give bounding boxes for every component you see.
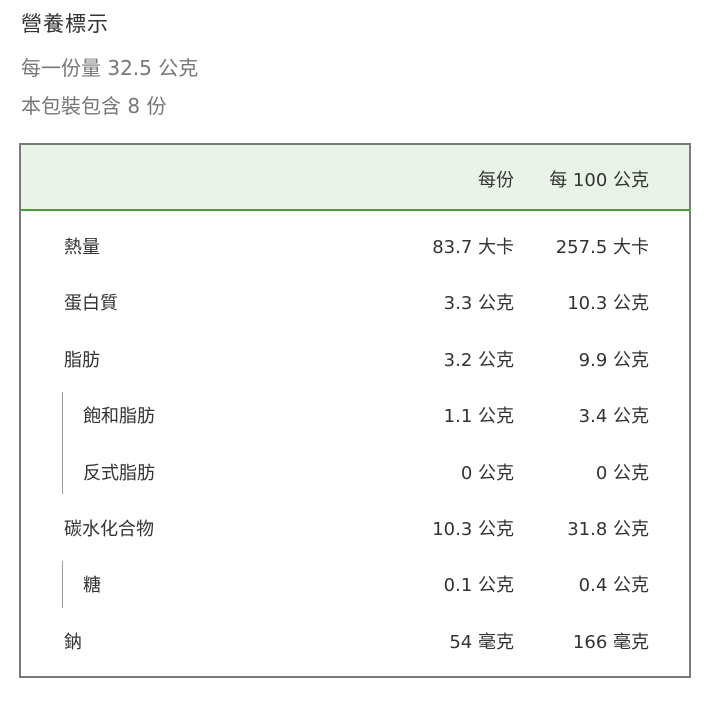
nutrition-table: 每份 每 100 公克 熱量 83.7 大卡 257.5 大卡 蛋白質 3.3 … [19, 143, 691, 678]
table-row: 糖 0.1 公克 0.4 公克 [21, 554, 689, 610]
table-header: 每份 每 100 公克 [21, 145, 689, 211]
table-row: 脂肪 3.2 公克 9.9 公克 [21, 329, 689, 385]
nutrient-sublabel: 反式脂肪 [83, 463, 155, 484]
nutrient-label: 碳水化合物 [64, 519, 154, 540]
table-row: 反式脂肪 0 公克 0 公克 [21, 442, 689, 498]
value-per-100g: 3.4 公克 [578, 406, 649, 427]
serving-size: 每一份量 32.5 公克 [21, 56, 199, 80]
value-per-serving: 0 公克 [460, 463, 514, 484]
nutrient-sublabel: 糖 [83, 575, 101, 596]
value-per-serving: 3.2 公克 [443, 350, 514, 371]
header-per-100g: 每 100 公克 [549, 170, 649, 191]
nutrient-label: 蛋白質 [64, 293, 118, 314]
table-row: 蛋白質 3.3 公克 10.3 公克 [21, 272, 689, 328]
nutrient-label: 熱量 [64, 237, 100, 258]
nutrient-label: 脂肪 [64, 350, 100, 371]
value-per-serving: 10.3 公克 [432, 519, 514, 540]
value-per-100g: 9.9 公克 [578, 350, 649, 371]
value-per-serving: 0.1 公克 [443, 575, 514, 596]
header-per-serving: 每份 [478, 170, 514, 191]
value-per-serving: 1.1 公克 [443, 406, 514, 427]
nutrient-sublabel: 飽和脂肪 [83, 406, 155, 427]
value-per-100g: 166 毫克 [572, 632, 649, 653]
value-per-100g: 10.3 公克 [567, 293, 649, 314]
table-row: 飽和脂肪 1.1 公克 3.4 公克 [21, 385, 689, 441]
table-row: 熱量 83.7 大卡 257.5 大卡 [21, 216, 689, 272]
servings-per-pack: 本包裝包含 8 份 [21, 94, 167, 118]
value-per-100g: 0 公克 [595, 463, 649, 484]
table-row: 碳水化合物 10.3 公克 31.8 公克 [21, 498, 689, 554]
nutrient-label: 鈉 [64, 632, 82, 653]
value-per-serving: 54 毫克 [449, 632, 514, 653]
page-title: 營養標示 [21, 12, 109, 36]
value-per-serving: 83.7 大卡 [432, 237, 514, 258]
value-per-100g: 0.4 公克 [578, 575, 649, 596]
value-per-100g: 31.8 公克 [567, 519, 649, 540]
table-row: 鈉 54 毫克 166 毫克 [21, 611, 689, 667]
value-per-100g: 257.5 大卡 [555, 237, 649, 258]
value-per-serving: 3.3 公克 [443, 293, 514, 314]
